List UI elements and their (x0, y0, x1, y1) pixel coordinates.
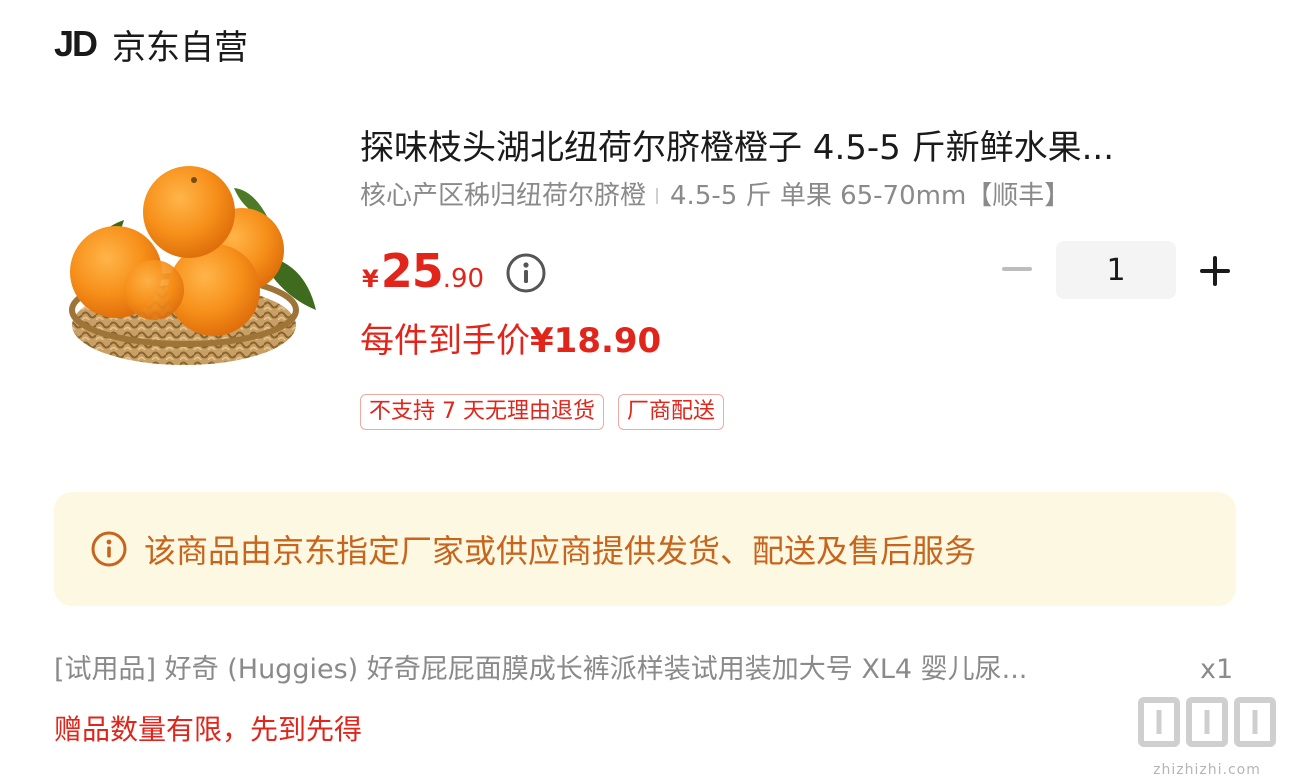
product-title[interactable]: 探味枝头湖北纽荷尔脐橙橙子 4.5-5 斤新鲜水果... (360, 124, 1230, 172)
minus-icon (1002, 267, 1032, 271)
quantity-plus-button[interactable] (1192, 248, 1238, 294)
spec-origin: 核心产区秭归纽荷尔脐橙 (360, 181, 647, 211)
store-name: 京东自营 (112, 27, 249, 68)
info-icon (91, 531, 127, 567)
service-tags: 不支持 7 天无理由退货 厂商配送 (360, 394, 724, 430)
service-notice: 该商品由京东指定厂家或供应商提供发货、配送及售后服务 (54, 492, 1236, 606)
spec-weight: 4.5-5 斤 单果 65-70mm【顺丰】 (670, 181, 1071, 211)
orange-basket-image (69, 166, 316, 365)
tag-vendor-delivery: 厂商配送 (617, 394, 724, 430)
quantity-minus-button[interactable] (995, 250, 1039, 290)
watermark-mark (1132, 694, 1282, 762)
net-price-label: 每件到手价 (360, 321, 530, 361)
notice-text: 该商品由京东指定厂家或供应商提供发货、配送及售后服务 (144, 532, 977, 570)
watermark-logo: zhizhizhi.com (1132, 694, 1282, 778)
net-price: 每件到手价¥18.90 (360, 318, 661, 364)
product-image[interactable] (54, 150, 316, 386)
product-spec[interactable]: 核心产区秭归纽荷尔脐橙 4.5-5 斤 单果 65-70mm【顺丰】 (360, 178, 1070, 214)
price: ¥ 25 .90 (362, 244, 484, 298)
gift-item-title[interactable]: [试用品] 好奇 (Huggies) 好奇屁屁面膜成长裤派样装试用装加大号 XL… (54, 650, 1154, 690)
watermark-url: zhizhizhi.com (1153, 762, 1261, 778)
store-header[interactable]: JD 京东自营 (54, 22, 249, 68)
gift-item-quantity: x1 (1200, 654, 1234, 685)
quantity-input[interactable]: 1 (1056, 241, 1176, 299)
spec-divider (656, 188, 659, 204)
price-integer: 25 (380, 244, 444, 298)
jd-logo: JD (54, 23, 98, 64)
price-currency: ¥ (362, 265, 379, 293)
price-decimal: .90 (442, 264, 485, 294)
tag-no-return: 不支持 7 天无理由退货 (360, 394, 604, 430)
net-price-amount: ¥18.90 (530, 321, 662, 361)
gift-limit-note: 赠品数量有限，先到先得 (54, 713, 363, 746)
plus-icon (1200, 256, 1230, 286)
price-info-icon[interactable] (505, 252, 547, 294)
